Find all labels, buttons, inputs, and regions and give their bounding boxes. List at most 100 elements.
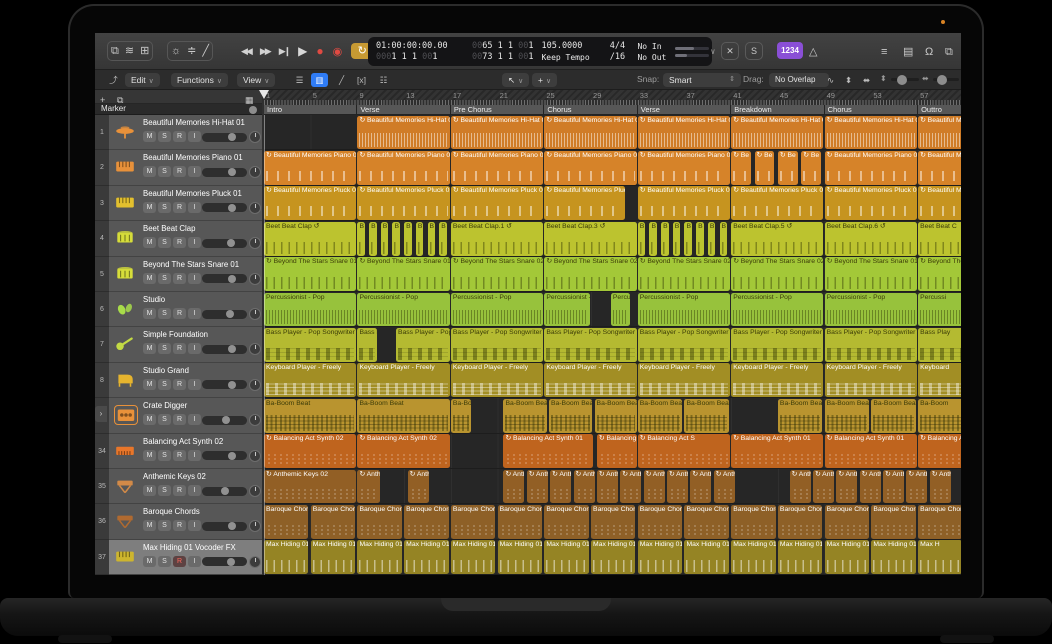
region[interactable]: ↻ Anthe (813, 470, 834, 504)
region[interactable]: Bass P (357, 328, 377, 362)
region[interactable]: Beet Beat Clap.5 ↺ (731, 222, 823, 256)
volume-knob[interactable] (228, 452, 236, 460)
count-in-button[interactable]: 1234 (777, 42, 803, 59)
region[interactable]: Percussionist - Pop (825, 293, 917, 327)
arrangement-marker[interactable]: Intro (264, 105, 356, 114)
track-header[interactable]: Simple FoundationMSRI (109, 327, 262, 362)
track-lane[interactable]: ↻ Beyond The Stars Snare 01 ∞ ↻ Beyond Th… (264, 257, 961, 292)
track-header[interactable]: Beautiful Memories Piano 01MSRI (109, 150, 262, 185)
region[interactable]: Baroque Chords (684, 505, 728, 539)
region[interactable]: Baroque Chords (451, 505, 495, 539)
track-header[interactable]: Studio GrandMSRI (109, 363, 262, 398)
region[interactable]: ↻ Beyond The Stars Snare 02.2 (638, 257, 730, 291)
track-s-button[interactable]: S (158, 308, 171, 319)
region[interactable]: B (428, 222, 436, 256)
list-editors-icon[interactable]: ≡ (881, 43, 887, 61)
track-r-button[interactable]: R (173, 485, 186, 496)
disclosure-icon[interactable]: › (95, 406, 107, 422)
region[interactable]: Max Hiding 01 V (544, 540, 588, 574)
region[interactable]: B (638, 222, 646, 256)
track-pan-knob[interactable] (249, 520, 261, 532)
region[interactable]: ↻ Balancing A (918, 434, 961, 468)
editors-pencil-icon[interactable]: ╱ (202, 42, 209, 60)
track-i-button[interactable]: I (188, 166, 201, 177)
region[interactable]: Percussionist - P (544, 293, 590, 327)
catch-mode-icon[interactable]: ▥ (311, 73, 328, 87)
track-pan-knob[interactable] (249, 379, 261, 391)
track-r-button[interactable]: R (173, 202, 186, 213)
region[interactable]: Ba-Boom Beat (684, 399, 728, 433)
region[interactable]: Beet Beat Clap ↺ (264, 222, 356, 256)
region[interactable]: ↻ Anthe (714, 470, 735, 504)
region[interactable]: ↻ Beyond The S (918, 257, 961, 291)
region[interactable]: Keyboard Player - Freely (451, 363, 543, 397)
region[interactable]: Keyboard Player - Freely (264, 363, 356, 397)
inspector-icon[interactable]: ≋ (125, 42, 134, 60)
region[interactable]: ↻ Beautiful Memories Piano 02.2 (638, 151, 730, 185)
region[interactable]: ↻ Be (801, 151, 821, 185)
clear-solos-button[interactable]: S (745, 42, 763, 60)
track-header[interactable]: Beet Beat ClapMSRI (109, 221, 262, 256)
track-header[interactable]: StudioMSRI (109, 292, 262, 327)
track-pan-knob[interactable] (249, 237, 261, 249)
region[interactable]: ↻ Balancing Act Synth 01 (731, 434, 823, 468)
region[interactable]: Baroque Chords (404, 505, 448, 539)
track-volume-slider[interactable] (202, 133, 247, 142)
region[interactable]: Baroque Chords (731, 505, 775, 539)
track-m-button[interactable]: M (143, 273, 156, 284)
volume-knob[interactable] (227, 558, 235, 566)
region[interactable]: Bass Play (918, 328, 961, 362)
track-r-button[interactable]: R (173, 166, 186, 177)
track-s-button[interactable]: S (158, 485, 171, 496)
region[interactable]: B (649, 222, 657, 256)
track-volume-slider[interactable] (202, 522, 247, 531)
arrangement-marker[interactable]: Pre Chorus (451, 105, 543, 114)
region[interactable]: ↻ Beautiful Memories Hi-Hat 0 (451, 116, 543, 150)
region[interactable]: ↻ Anthe (906, 470, 927, 504)
region[interactable]: B (416, 222, 424, 256)
region[interactable]: ↻ Beautiful Memories Hi-Hat 02.3 (731, 116, 823, 150)
region[interactable]: ↻ Beautiful Memories Hi-Hat 03.1 (357, 116, 449, 150)
region[interactable]: Max Hiding 01 V (404, 540, 448, 574)
track-i-button[interactable]: I (188, 379, 201, 390)
secondary-tool-menu[interactable]: +∨ (532, 73, 557, 87)
apple-loops-icon[interactable]: Ω (925, 43, 933, 61)
track-r-button[interactable]: R (173, 520, 186, 531)
region[interactable]: ↻ Beautiful Memories Piano 01.1 (357, 151, 449, 185)
region[interactable]: Keyboard Player - Freely (544, 363, 636, 397)
track-volume-slider[interactable] (202, 239, 247, 248)
region[interactable]: Bass Player - Pop Songwriter (451, 328, 543, 362)
track-m-button[interactable]: M (143, 343, 156, 354)
automation-icon[interactable]: ☷ (375, 73, 392, 87)
track-volume-slider[interactable] (202, 345, 247, 354)
track-s-button[interactable]: S (158, 202, 171, 213)
track-r-button[interactable]: R (173, 414, 186, 425)
region[interactable]: ↻ Beyond The Stars Snare 01 ∞ (264, 257, 356, 291)
region[interactable]: Ba-Boo (451, 399, 471, 433)
track-pan-knob[interactable] (249, 273, 261, 285)
region[interactable]: Baroque Chords (498, 505, 542, 539)
drag-dropdown[interactable]: No Overlap⇕ (769, 73, 829, 87)
track-r-button[interactable]: R (173, 556, 186, 567)
region[interactable]: ↻ Balancing Act Synth 01 (825, 434, 917, 468)
region[interactable]: Percussi (918, 293, 961, 327)
track-lane[interactable]: ↻ Anthemic Keys 02↻ Anthe↻ Anthe↻ Anthe↻… (264, 469, 961, 504)
track-m-button[interactable]: M (143, 308, 156, 319)
track-m-button[interactable]: M (143, 485, 156, 496)
region[interactable]: Baroque Chords (264, 505, 308, 539)
track-lane[interactable]: ↻ Beautiful Memories Piano 01↻ Beautiful… (264, 150, 961, 185)
region[interactable]: ↻ Beautiful Memories Hi-Hat 03.2 (825, 116, 917, 150)
region[interactable]: Baroque Chords (918, 505, 961, 539)
snap-dropdown[interactable]: Smart⇕ (663, 73, 741, 87)
track-i-button[interactable]: I (188, 273, 201, 284)
track-m-button[interactable]: M (143, 166, 156, 177)
region[interactable]: Baroque Chords (825, 505, 869, 539)
record-button[interactable]: ● (316, 44, 323, 58)
track-i-button[interactable]: I (188, 308, 201, 319)
volume-knob[interactable] (228, 381, 236, 389)
region[interactable]: Max Hiding 01 V (451, 540, 495, 574)
region[interactable]: Baroque Chords (591, 505, 635, 539)
region[interactable]: Max Hiding 01 V (684, 540, 728, 574)
region[interactable]: Ba-Boom Beat (638, 399, 682, 433)
bar-ruler[interactable]: 159131721252933374145495357 (264, 90, 961, 100)
